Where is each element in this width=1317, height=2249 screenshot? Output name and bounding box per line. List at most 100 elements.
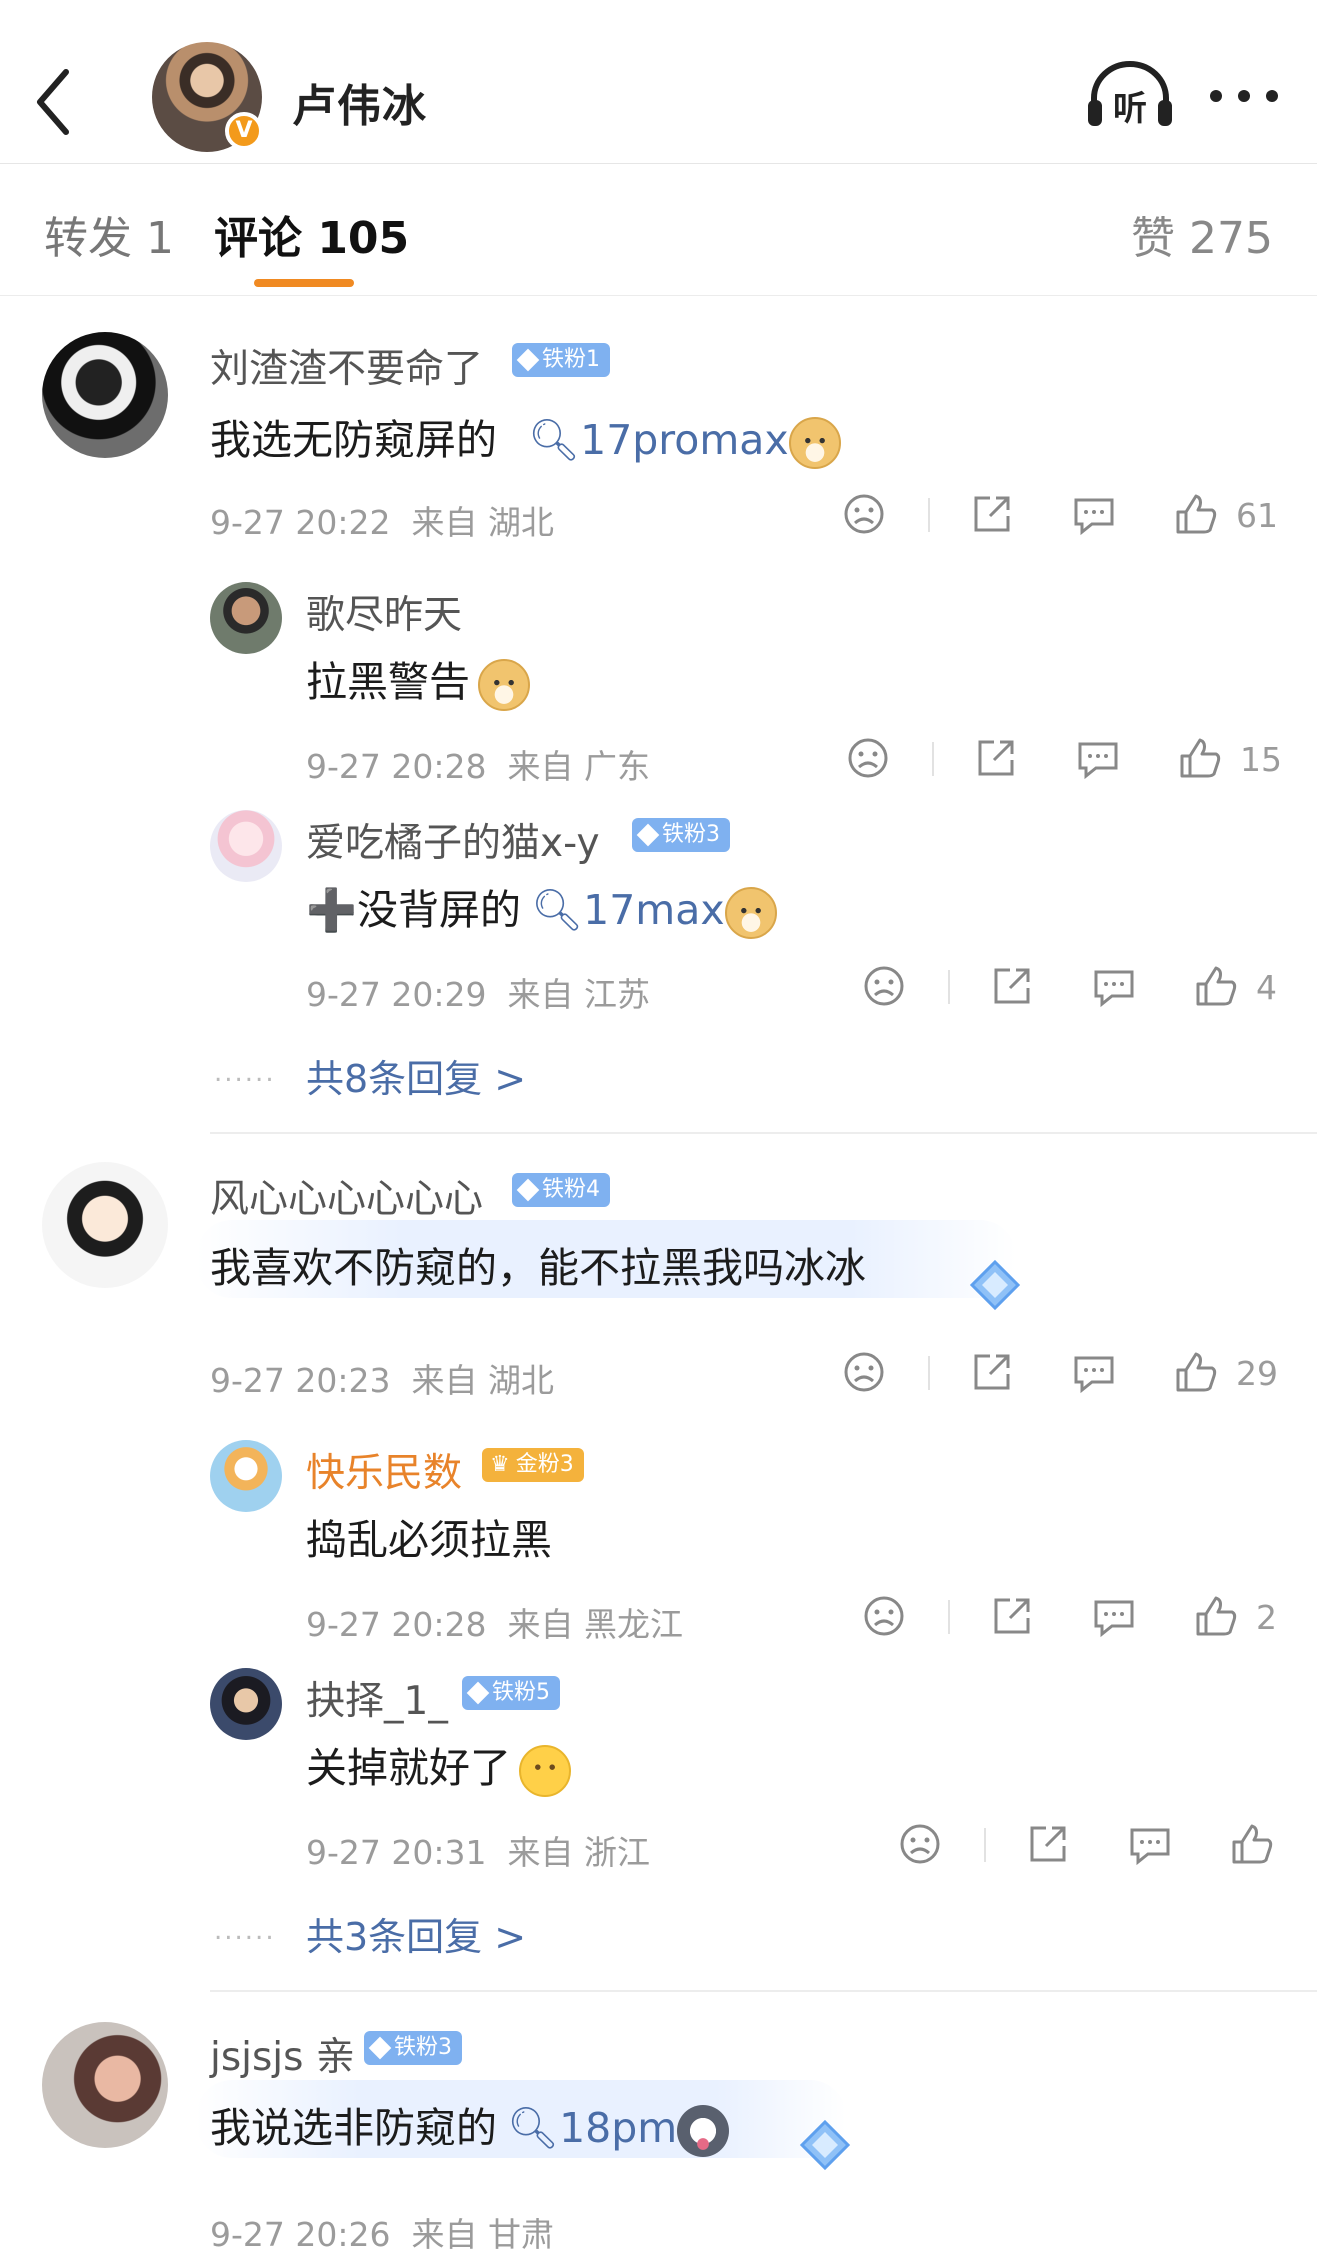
like-count: 4 [1256,968,1277,1007]
search-link[interactable]: 🔍︎18pm [507,2104,677,2152]
comment-meta: 9-27 20:23 来自 湖北 [210,1354,554,1402]
reply-meta: 9-27 20:28 来自 广东 [306,740,650,788]
reply-text: 捣乱必须拉黑 [306,1516,552,1564]
like-thumb-icon[interactable] [1192,1592,1240,1640]
share-icon[interactable] [968,1348,1016,1396]
search-link[interactable]: 🔍︎17promax [528,416,789,464]
replies-dots: ...... [214,1916,276,1946]
comment-text-body: 我选无防窥屏的 [210,416,497,464]
like-count: 29 [1236,1354,1278,1393]
commenter-name[interactable]: 风心心心心心心 [210,1168,483,1224]
replies-dots: ...... [214,1058,276,1088]
share-icon[interactable] [1024,1820,1072,1868]
view-more-replies-link[interactable]: 共3条回复 > [306,1906,526,1961]
husky-emoji-icon [677,2105,730,2157]
reply-comment-icon[interactable] [1070,490,1118,538]
dislike-sad-face-icon[interactable] [840,490,888,538]
reply-comment-icon[interactable] [1126,1820,1174,1868]
author-name[interactable]: 卢伟冰 [292,70,427,134]
like-thumb-icon[interactable] [1176,734,1224,782]
share-icon[interactable] [988,1592,1036,1640]
comment-divider [210,1990,1317,1992]
replier-name[interactable]: 快乐民数 [306,1442,462,1498]
fan-badge-label: 金粉3 [515,1452,574,1477]
fan-badge[interactable]: 铁粉3 [632,818,730,852]
comment-text-body: 我说选非防窥的 [210,2104,497,2152]
like-thumb-icon[interactable] [1228,1820,1276,1868]
reply-comment-icon[interactable] [1090,962,1138,1010]
tab-likes[interactable]: 赞 275 [1131,202,1273,266]
reply-meta: 9-27 20:31 来自 浙江 [306,1826,650,1874]
diamond-icon [636,823,660,847]
comment-meta: 9-27 20:26 来自 甘肃 [210,2208,554,2249]
dislike-sad-face-icon[interactable] [896,1820,944,1868]
replier-name[interactable]: 抉择_1_ [306,1670,448,1726]
share-icon[interactable] [972,734,1020,782]
fan-badge-label: 铁粉3 [662,822,720,847]
comment-location: 来自 湖北 [411,1361,554,1400]
replier-avatar[interactable] [210,810,282,882]
diamond-icon [516,348,540,372]
reply-actions: 15 [844,734,1284,790]
share-icon[interactable] [968,490,1016,538]
replier-avatar[interactable] [210,582,282,654]
diamond-icon [368,2036,392,2060]
active-tab-indicator [254,279,354,287]
comment-time: 9-27 20:22 [210,503,391,542]
reply-comment-icon[interactable] [1090,1592,1138,1640]
commenter-avatar[interactable] [42,2022,168,2148]
fan-badge-label: 铁粉5 [492,1680,550,1705]
more-options-icon[interactable] [1204,78,1284,114]
listen-headphone-icon[interactable]: 听 [1084,60,1176,130]
like-thumb-icon[interactable] [1192,962,1240,1010]
like-count: 2 [1256,1598,1277,1637]
commenter-name[interactable]: 刘渣渣不要命了 [210,338,483,394]
doge-emoji-icon [788,417,841,469]
fan-badge[interactable]: 铁粉5 [462,1676,560,1710]
search-term: 17promax [580,416,789,464]
reply-comment-icon[interactable] [1070,1348,1118,1396]
replier-name[interactable]: 爱吃橘子的猫x-y [306,812,600,868]
fan-badge-label: 铁粉1 [542,347,600,372]
search-link[interactable]: 🔍︎17max [531,886,725,934]
search-icon: 🔍︎ [507,2104,560,2152]
replier-name[interactable]: 歌尽昨天 [306,584,462,640]
fan-badge-label: 铁粉3 [394,2035,452,2060]
fan-badge[interactable]: 铁粉1 [512,343,610,377]
fan-badge[interactable]: 铁粉4 [512,1173,610,1207]
fan-badge[interactable]: 铁粉3 [364,2031,462,2065]
search-icon: 🔍︎ [528,416,581,464]
like-count: 61 [1236,496,1278,535]
commenter-avatar[interactable] [42,332,168,458]
tab-comments[interactable]: 评论 105 [214,202,409,266]
commenter-avatar[interactable] [42,1162,168,1288]
gold-fan-badge[interactable]: ♛ 金粉3 [482,1448,584,1482]
reply-actions: 2 [860,1592,1280,1648]
doge-emoji-icon [724,887,777,939]
crown-icon: ♛ [490,1452,510,1477]
comment-time: 9-27 20:26 [210,2215,391,2249]
reply-actions [896,1820,1276,1876]
replier-avatar[interactable] [210,1668,282,1740]
tab-repost[interactable]: 转发 1 [44,202,174,266]
like-thumb-icon[interactable] [1172,1348,1220,1396]
reply-text: 关掉就好了 [306,1734,571,1797]
view-more-replies-link[interactable]: 共8条回复 > [306,1048,526,1103]
dislike-sad-face-icon[interactable] [860,962,908,1010]
fan-badge-label: 铁粉4 [542,1177,600,1202]
verified-badge-icon: V [225,112,263,150]
dislike-sad-face-icon[interactable] [844,734,892,782]
reply-comment-icon[interactable] [1074,734,1122,782]
comment-divider [210,1132,1317,1134]
replier-avatar[interactable] [210,1440,282,1512]
back-arrow-icon[interactable] [28,62,78,142]
thinking-face-emoji-icon [519,1745,571,1797]
commenter-name[interactable]: jsjsjs 亲 [210,2026,355,2082]
reply-location: 来自 浙江 [507,1833,650,1872]
doge-emoji-icon [478,659,530,711]
reply-text-body: 拉黑警告 [306,658,470,706]
share-icon[interactable] [988,962,1036,1010]
dislike-sad-face-icon[interactable] [840,1348,888,1396]
like-thumb-icon[interactable] [1172,490,1220,538]
dislike-sad-face-icon[interactable] [860,1592,908,1640]
